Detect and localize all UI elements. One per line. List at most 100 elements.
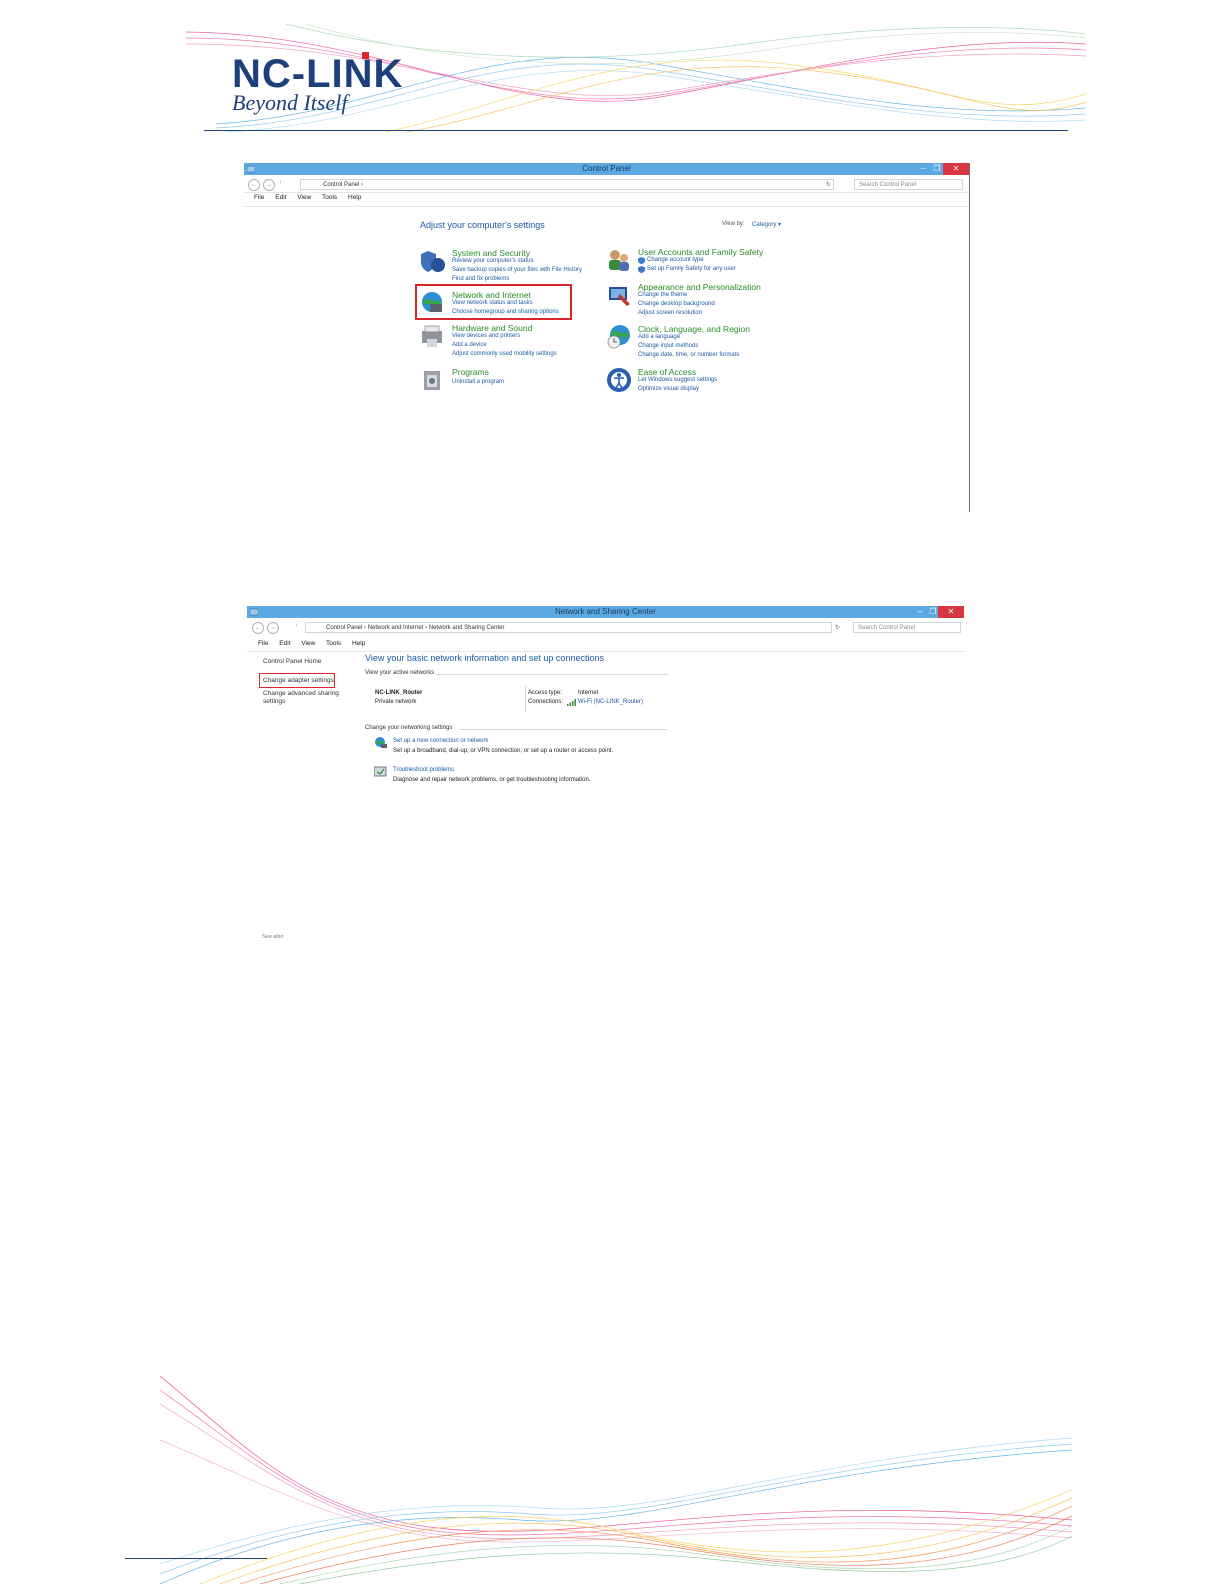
sidebar-control-panel-home[interactable]: Control Panel Home	[263, 658, 322, 665]
network-name: NC-LINK_Router	[375, 690, 423, 696]
sidebar-advanced-sharing-settings[interactable]: Change advanced sharing	[263, 690, 339, 697]
network-type[interactable]: Private network	[375, 699, 416, 705]
category-link[interactable]: Adjust commonly used mobility settings	[452, 351, 557, 357]
back-icon[interactable]: ←	[248, 179, 260, 191]
address-bar[interactable]: Control Panel ›	[300, 179, 834, 190]
connection-wifi-link[interactable]: Wi-Fi (NC-LINK_Router)	[578, 699, 643, 705]
minimize-button[interactable]: –	[913, 606, 927, 618]
menu-divider	[247, 651, 964, 652]
highlight-change-adapter-settings	[259, 673, 335, 688]
connections-label: Connections:	[528, 699, 564, 705]
forward-icon[interactable]: →	[263, 179, 275, 191]
menu-bar: File Edit View Tools Help	[254, 194, 370, 201]
company-tagline: Beyond Itself	[232, 90, 348, 115]
header-divider	[204, 130, 1068, 131]
setup-connection-desc: Set up a broadband, dial-up, or VPN conn…	[393, 748, 614, 754]
address-path: Control Panel	[323, 182, 360, 188]
restore-button[interactable]: ❐	[930, 163, 944, 175]
category-link[interactable]: Add a device	[452, 342, 487, 348]
page-heading: View your basic network information and …	[365, 653, 604, 663]
category-title[interactable]: System and Security	[452, 248, 530, 258]
sidebar-see-also: See also	[262, 934, 284, 940]
category-title[interactable]: Clock, Language, and Region	[638, 324, 750, 334]
access-type-label: Access type:	[528, 690, 563, 696]
category-link[interactable]: Let Windows suggest settings	[638, 377, 717, 383]
menu-edit[interactable]: Edit	[279, 640, 290, 647]
category-link[interactable]: Uninstall a program	[452, 379, 504, 385]
refresh-icon[interactable]: ↻	[835, 624, 840, 631]
close-button[interactable]: ✕	[943, 163, 969, 175]
footer-wave-graphic	[160, 1375, 1072, 1584]
minimize-button[interactable]: –	[916, 163, 930, 175]
menu-bar: File Edit View Tools Help	[258, 640, 374, 647]
category-title[interactable]: User Accounts and Family Safety	[638, 247, 763, 257]
category-link[interactable]: Change input methods	[638, 343, 698, 349]
change-settings-label: Change your networking settings	[365, 725, 453, 731]
menu-view[interactable]: View	[297, 194, 311, 201]
forward-icon[interactable]: →	[267, 622, 279, 634]
category-link[interactable]: Change date, time, or number formats	[638, 352, 739, 358]
category-link[interactable]: Save backup copies of your files with Fi…	[452, 267, 582, 273]
troubleshoot-desc: Diagnose and repair network problems, or…	[393, 777, 591, 783]
network-sharing-center-window: Network and Sharing Center – ❐ ✕ ← → ↑ C…	[247, 606, 964, 944]
category-title[interactable]: Programs	[452, 367, 489, 377]
menu-edit[interactable]: Edit	[275, 194, 286, 201]
category-link[interactable]: Change the theme	[638, 292, 687, 298]
category-link[interactable]: Set up Family Safety for any user	[647, 266, 736, 272]
address-bar[interactable]: Control Panel › Network and Internet › N…	[305, 622, 832, 633]
programs-icon	[424, 371, 440, 390]
category-link[interactable]: Find and fix problems	[452, 276, 509, 282]
menu-file[interactable]: File	[258, 640, 268, 647]
page-heading: Adjust your computer's settings	[420, 220, 545, 230]
breadcrumb-sharing-center[interactable]: Network and Sharing Center	[429, 625, 505, 631]
users-icon	[609, 250, 629, 271]
category-link[interactable]: Add a language	[638, 334, 680, 340]
refresh-icon[interactable]: ↻	[826, 181, 831, 188]
menu-file[interactable]: File	[254, 194, 264, 201]
troubleshoot-icon	[374, 766, 387, 777]
close-button[interactable]: ✕	[938, 606, 964, 618]
highlight-network-internet	[415, 284, 572, 320]
printer-icon	[422, 325, 442, 347]
category-title[interactable]: Appearance and Personalization	[638, 282, 761, 292]
category-link[interactable]: Change account type	[647, 257, 704, 263]
category-link[interactable]: Review your computer's status	[452, 258, 534, 264]
category-title[interactable]: Ease of Access	[638, 367, 696, 377]
up-icon[interactable]: ↑	[295, 623, 298, 629]
view-by-dropdown[interactable]: Category ▾	[752, 221, 781, 228]
section-divider	[459, 729, 668, 730]
category-title[interactable]: Hardware and Sound	[452, 323, 532, 333]
breadcrumb-control-panel[interactable]: Control Panel	[326, 625, 362, 631]
menu-view[interactable]: View	[301, 640, 315, 647]
category-link[interactable]: View devices and printers	[452, 333, 520, 339]
title-bar: Control Panel – ❐ ✕	[244, 163, 969, 175]
menu-tools[interactable]: Tools	[322, 194, 337, 201]
breadcrumb-network-internet[interactable]: Network and Internet	[368, 625, 424, 631]
up-icon[interactable]: ↑	[279, 180, 282, 186]
back-icon[interactable]: ←	[252, 622, 264, 634]
setup-connection-link[interactable]: Set up a new connection or network	[393, 738, 488, 744]
footer-rule	[125, 1558, 267, 1559]
section-divider	[435, 674, 668, 675]
sidebar-advanced-sharing-settings-cont[interactable]: settings	[263, 698, 285, 705]
menu-tools[interactable]: Tools	[326, 640, 341, 647]
clock-globe-icon	[607, 325, 630, 349]
search-input[interactable]: Search Control Panel	[853, 622, 961, 633]
category-link[interactable]: Adjust screen resolution	[638, 310, 702, 316]
view-by-label: View by:	[722, 221, 745, 227]
ease-of-access-icon	[607, 368, 631, 392]
menu-help[interactable]: Help	[352, 640, 365, 647]
category-link[interactable]: Change desktop background	[638, 301, 715, 307]
search-input[interactable]: Search Control Panel	[854, 179, 963, 190]
shield-icon	[421, 251, 445, 272]
control-panel-window: Control Panel – ❐ ✕ ← → ↑ Control Panel …	[244, 163, 970, 512]
category-link[interactable]: Optimize visual display	[638, 386, 699, 392]
window-title: Control Panel	[582, 164, 631, 173]
menu-help[interactable]: Help	[348, 194, 361, 201]
uac-shield-icon	[638, 257, 645, 264]
active-networks-label: View your active networks	[365, 670, 435, 676]
logo-accent-dot	[362, 52, 369, 59]
troubleshoot-link[interactable]: Troubleshoot problems	[393, 767, 454, 773]
access-type-value: Internet	[578, 690, 599, 696]
toolbar-divider	[244, 192, 969, 193]
